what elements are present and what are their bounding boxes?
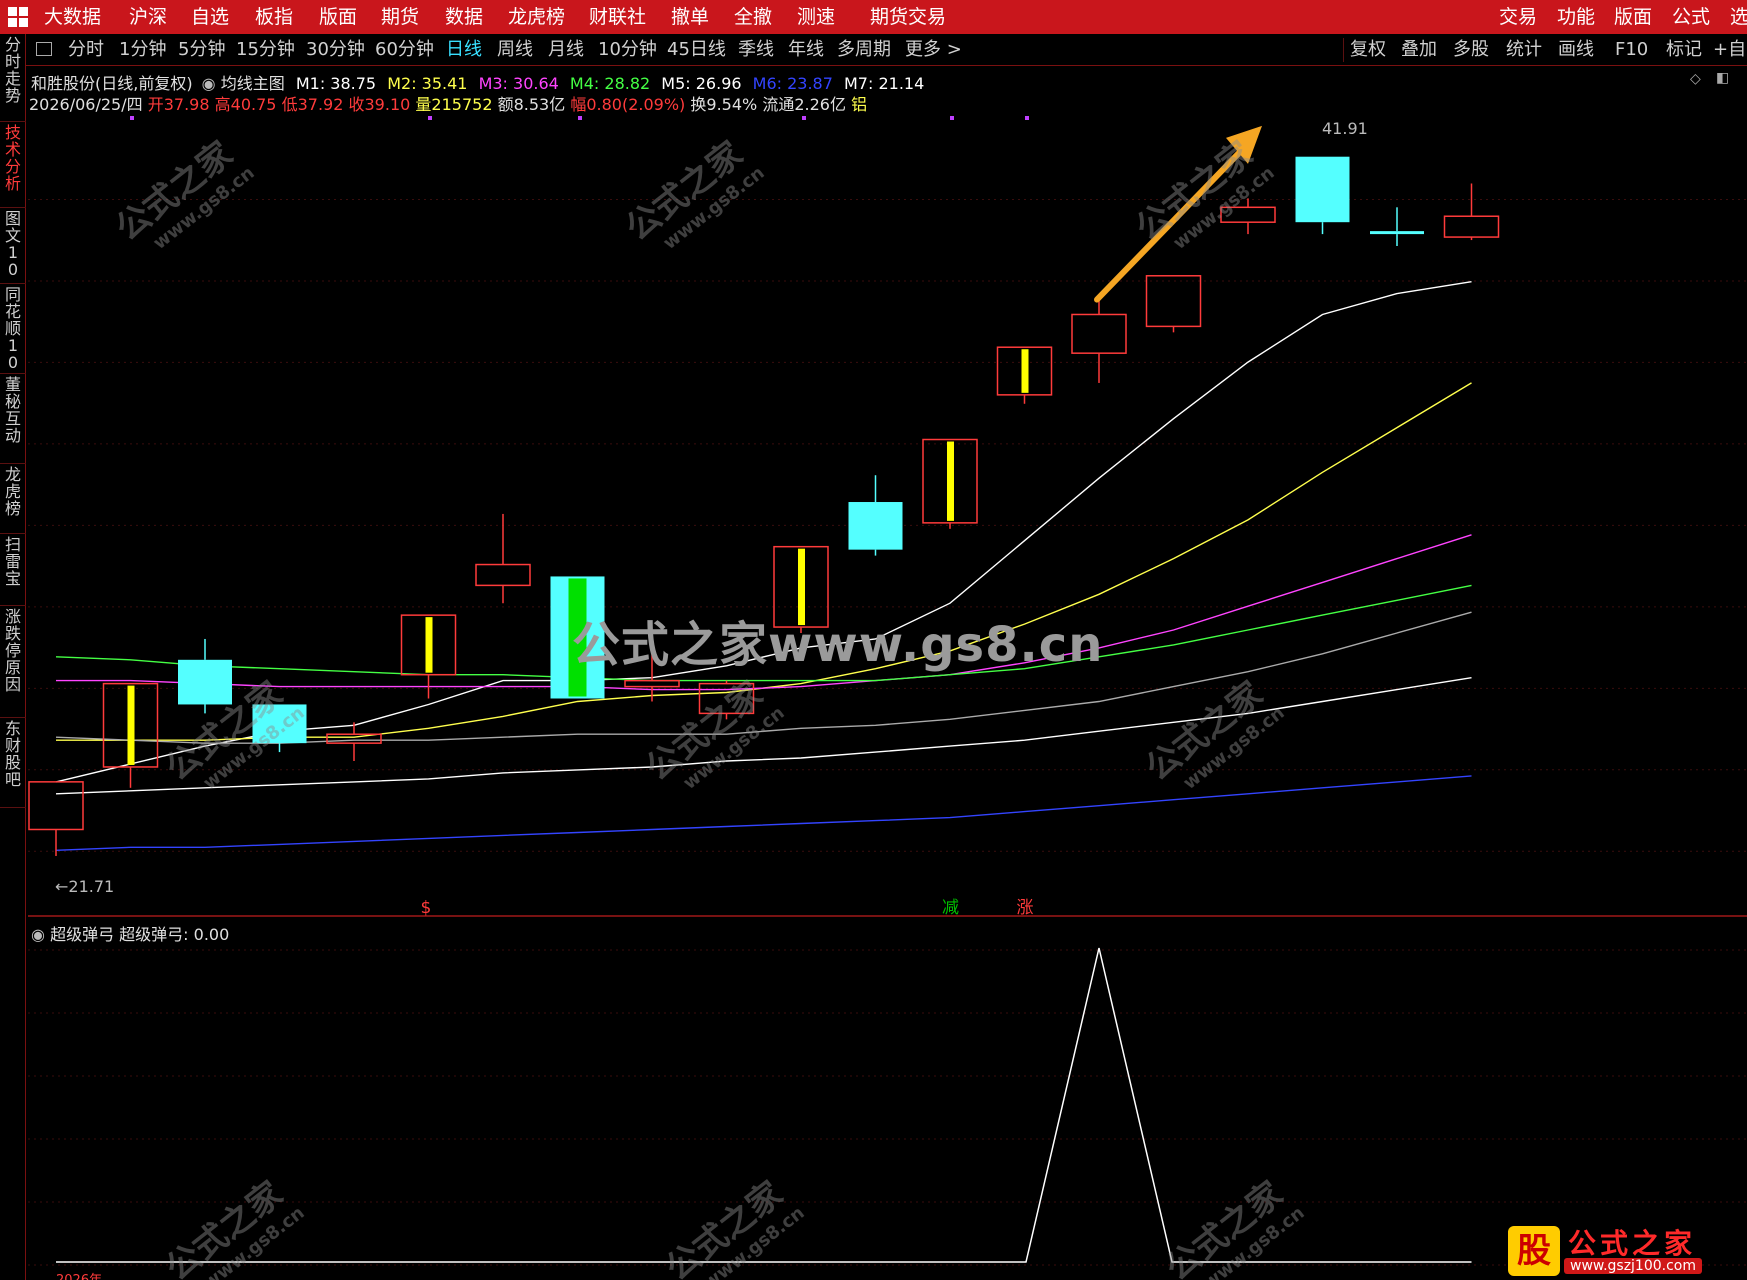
logo-icon: 股: [1508, 1226, 1560, 1276]
candle-signal-bar: [1021, 349, 1029, 393]
candle: [1295, 156, 1350, 235]
marker-dot: [1025, 116, 1029, 120]
marker-dot: [578, 116, 582, 120]
candle: [326, 722, 382, 762]
candle: [1370, 207, 1424, 247]
candle: [996, 346, 1053, 404]
candle-body-down: [1295, 156, 1350, 223]
candle: [922, 438, 978, 529]
candle: [1145, 275, 1202, 333]
candle-signal-bar: [127, 685, 135, 765]
candle-body-down: [848, 502, 903, 550]
moving-average-lines: [55, 281, 1472, 851]
sub-indicator-value: 超级弹弓: 0.00: [119, 925, 230, 944]
signal-label: 减: [942, 898, 959, 918]
candle-body-up: [1145, 275, 1202, 328]
candle-signal-bar: [947, 441, 954, 521]
logo-title: 公式之家: [1568, 1227, 1697, 1260]
candle-body-up: [1443, 215, 1500, 238]
marker-dot: [802, 116, 806, 120]
footer-logo: 股 公式之家 www.gszj100.com: [1500, 1222, 1747, 1280]
max-price-marker: 41.91: [1322, 119, 1368, 138]
sub-chart-header: ◉ 超级弹弓 超级弹弓: 0.00: [31, 921, 229, 945]
candle-body-up: [1071, 313, 1127, 354]
logo-url: www.gszj100.com: [1564, 1258, 1703, 1274]
ma-line-m6: [55, 775, 1472, 851]
min-price-marker: ←21.71: [55, 877, 115, 896]
candle-body-up: [475, 563, 531, 587]
candle-body-down: [1370, 231, 1424, 235]
candle-signal-bar: [425, 617, 433, 673]
watermark-text: 公式之家www.gs8.cn: [572, 617, 1104, 673]
signal-markers: $ 减 涨: [421, 898, 1034, 918]
marker-dot: [428, 116, 432, 120]
candle-body-up: [28, 781, 84, 831]
marker-dot: [130, 116, 134, 120]
candle: [102, 682, 159, 788]
sub-date-label: 2026年: [56, 1269, 102, 1280]
signal-label: $: [421, 898, 432, 918]
sub-dropdown-icon[interactable]: ◉: [31, 925, 45, 944]
candle: [1443, 183, 1500, 241]
sub-indicator-name[interactable]: 超级弹弓: [50, 925, 114, 944]
candle: [1071, 296, 1127, 383]
signal-label: 涨: [1017, 898, 1034, 918]
marker-dot: [950, 116, 954, 120]
candle: [475, 513, 531, 604]
candle-body-up: [624, 679, 680, 688]
candle: [848, 475, 903, 556]
